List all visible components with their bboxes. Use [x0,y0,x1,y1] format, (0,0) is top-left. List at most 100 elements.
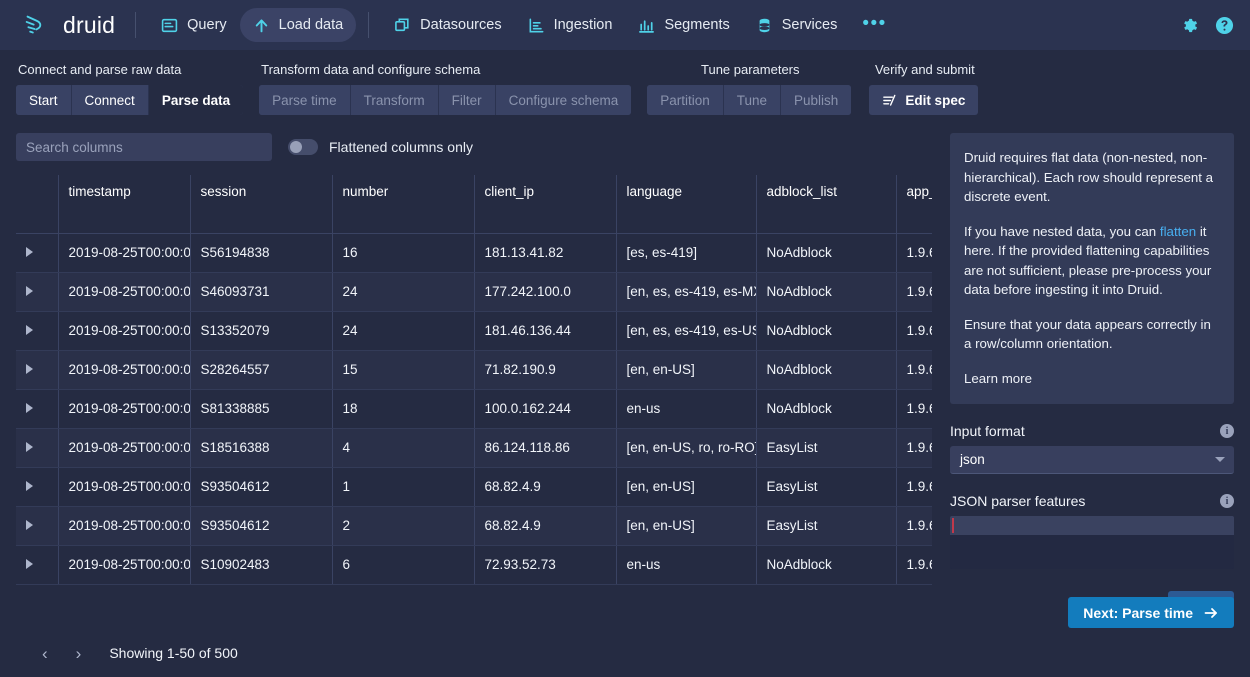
json-parser-info-icon[interactable]: i [1220,494,1234,508]
step-button-configure-schema[interactable]: Configure schema [496,85,632,115]
cell-session: S81338885 [190,389,332,428]
cell-adblock-list: EasyList [756,506,896,545]
edit-spec-icon [882,93,897,108]
main-content: Flattened columns only timestamp session… [0,115,1250,677]
column-header-adblock-list[interactable]: adblock_list [756,175,896,233]
cell-app-v: 1.9.6 [896,545,932,584]
upload-arrow-icon [253,17,270,34]
edit-spec-button[interactable]: Edit spec [869,85,978,115]
row-expand-button[interactable] [16,233,58,272]
pagination-prev-button[interactable]: ‹ [28,641,62,666]
code-active-line[interactable] [950,516,1234,535]
pagination-next-button[interactable]: › [62,641,96,666]
info-para2-before: If you have nested data, you can [964,224,1160,239]
druid-logo-icon [24,14,54,36]
cell-language: [en, en-US, ro, ro-RO] [616,428,756,467]
table-row: 2019-08-25T00:00:01.8S18516388486.124.11… [16,428,932,467]
cell-timestamp: 2019-08-25T00:00:02.5 [58,467,190,506]
cell-session: S10902483 [190,545,332,584]
cell-adblock-list: NoAdblock [756,311,896,350]
step-button-parse-time[interactable]: Parse time [259,85,351,115]
table-body: 2019-08-25T00:00:00.0S5619483816181.13.4… [16,233,932,584]
step-button-parse-data[interactable]: Parse data [149,85,243,115]
step-button-partition[interactable]: Partition [647,85,724,115]
nav-item-query-label: Query [187,17,227,33]
input-format-select[interactable]: json [950,446,1234,474]
cell-adblock-list: NoAdblock [756,272,896,311]
info-paragraph-2: If you have nested data, you can flatten… [964,222,1220,300]
row-expand-button[interactable] [16,428,58,467]
text-caret [952,518,954,533]
row-expand-button[interactable] [16,467,58,506]
step-button-start[interactable]: Start [16,85,72,115]
segments-icon [638,17,655,34]
expand-triangle-icon [26,403,33,413]
expand-triangle-icon [26,247,33,257]
cell-adblock-list: NoAdblock [756,545,896,584]
cell-client-ip: 181.13.41.82 [474,233,616,272]
cell-client-ip: 71.82.190.9 [474,350,616,389]
services-database-icon [756,17,773,34]
row-expand-button[interactable] [16,506,58,545]
json-parser-features-label: JSON parser features [950,493,1085,509]
cell-language: [en, en-US] [616,467,756,506]
step-button-publish[interactable]: Publish [781,85,851,115]
gear-icon[interactable] [1180,16,1199,35]
pagination-bar: ‹ › Showing 1-50 of 500 [16,629,932,677]
step-button-tune[interactable]: Tune [724,85,781,115]
column-header-client-ip[interactable]: client_ip [474,175,616,233]
column-header-app-v[interactable]: app_v [896,175,932,233]
nav-more-menu[interactable]: ••• [850,14,898,33]
expand-triangle-icon [26,520,33,530]
cell-timestamp: 2019-08-25T00:00:01.8 [58,428,190,467]
navbar-right-actions [1180,16,1234,35]
pagination-showing-text: Showing 1-50 of 500 [109,645,237,661]
query-icon [161,17,178,34]
row-expand-button[interactable] [16,311,58,350]
column-header-number[interactable]: number [332,175,474,233]
help-circle-icon[interactable] [1215,16,1234,35]
flatten-link[interactable]: flatten [1160,224,1196,239]
cell-number: 6 [332,545,474,584]
column-header-language[interactable]: language [616,175,756,233]
column-filter-row: Flattened columns only [16,133,932,161]
search-columns-input[interactable] [16,133,272,161]
nav-item-query[interactable]: Query [148,8,240,42]
nav-item-load-data[interactable]: Load data [240,8,357,42]
ingestion-icon [528,17,545,34]
cell-app-v: 1.9.6 [896,428,932,467]
cell-client-ip: 86.124.118.86 [474,428,616,467]
input-format-info-icon[interactable]: i [1220,424,1234,438]
step-button-filter[interactable]: Filter [439,85,496,115]
cell-number: 16 [332,233,474,272]
nav-item-segments[interactable]: Segments [625,8,742,42]
cell-client-ip: 68.82.4.9 [474,506,616,545]
row-expand-button[interactable] [16,389,58,428]
expand-triangle-icon [26,325,33,335]
column-header-session[interactable]: session [190,175,332,233]
expand-triangle-icon [26,481,33,491]
row-expand-button[interactable] [16,545,58,584]
next-parse-time-button[interactable]: Next: Parse time [1068,597,1234,628]
json-parser-features-editor[interactable] [950,516,1234,569]
cell-session: S56194838 [190,233,332,272]
cell-timestamp: 2019-08-25T00:00:02.5 [58,506,190,545]
nav-item-datasources[interactable]: Datasources [381,8,514,42]
info-paragraph-3: Ensure that your data appears correctly … [964,315,1220,354]
druid-logo[interactable]: druid [14,12,123,39]
step-button-transform[interactable]: Transform [351,85,439,115]
row-expand-button[interactable] [16,350,58,389]
nav-item-ingestion[interactable]: Ingestion [515,8,626,42]
flattened-columns-toggle[interactable]: Flattened columns only [288,139,473,155]
row-expand-button[interactable] [16,272,58,311]
nav-item-ingestion-label: Ingestion [554,17,613,33]
column-header-timestamp[interactable]: timestamp [58,175,190,233]
nav-item-services[interactable]: Services [743,8,851,42]
info-card: Druid requires flat data (non-nested, no… [950,133,1234,404]
column-header-expander [16,175,58,233]
step-group-transform: Transform data and configure schema Pars… [259,62,631,115]
cell-client-ip: 72.93.52.73 [474,545,616,584]
learn-more-link[interactable]: Learn more [964,369,1220,389]
step-button-connect[interactable]: Connect [72,85,149,115]
cell-timestamp: 2019-08-25T00:00:02.6 [58,545,190,584]
